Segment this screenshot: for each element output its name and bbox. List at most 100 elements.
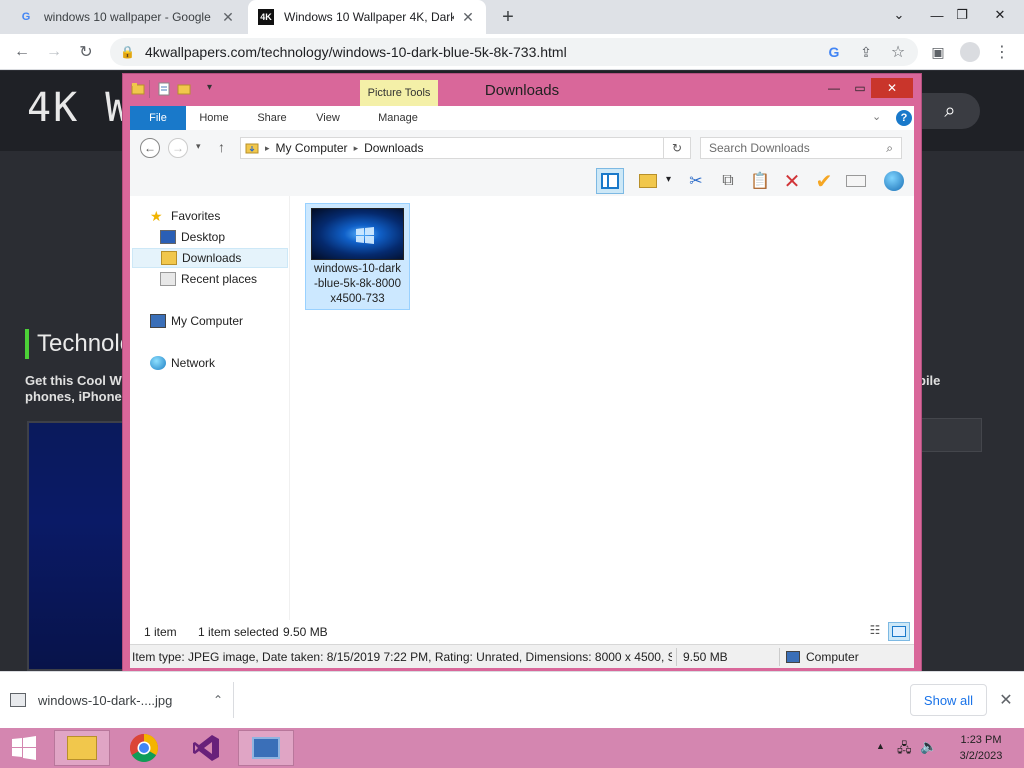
windows-start-icon: [12, 736, 36, 760]
up-arrow-icon[interactable]: ↑: [218, 139, 225, 155]
chevron-up-icon[interactable]: ⌃: [213, 693, 223, 707]
nav-my-computer[interactable]: My Computer: [150, 311, 243, 331]
close-window-button[interactable]: ✕: [871, 78, 913, 98]
tab-view[interactable]: View: [308, 106, 348, 130]
address-bar[interactable]: 🔒 4kwallpapers.com/technology/windows-10…: [110, 38, 918, 66]
site-search-icon[interactable]: ⌕: [920, 93, 980, 129]
nav-desktop[interactable]: Desktop: [160, 227, 225, 247]
window-title: Downloads: [484, 82, 560, 99]
nav-label: Network: [171, 356, 216, 370]
nav-favorites[interactable]: ★ Favorites: [150, 206, 220, 226]
search-icon[interactable]: ⌕: [886, 141, 893, 156]
profile-avatar-icon[interactable]: [956, 38, 984, 66]
menu-kebab-icon[interactable]: ⋮: [988, 38, 1016, 66]
wallpaper-preview-image[interactable]: [27, 421, 127, 671]
explorer-titlebar[interactable]: ▾ Picture Tools Downloads — ▭ ✕: [123, 74, 921, 106]
large-icons-view-icon[interactable]: [888, 622, 910, 641]
visual-studio-icon: [193, 735, 219, 761]
url-text: 4kwallpapers.com/technology/windows-10-d…: [144, 44, 567, 60]
section-description: Get this Cool W phones, iPhone: [25, 373, 122, 405]
taskbar-remote-desktop[interactable]: [238, 730, 294, 766]
desc-line-2: phones, iPhone: [25, 389, 122, 404]
cut-icon[interactable]: ✂: [682, 168, 710, 194]
chevron-right-icon: ▸: [265, 142, 270, 153]
divider: [676, 647, 677, 666]
nav-label: Downloads: [182, 251, 242, 265]
details-view-icon[interactable]: ☷: [866, 623, 884, 640]
back-icon[interactable]: ←: [140, 138, 160, 158]
taskbar-chrome[interactable]: [116, 730, 172, 766]
details-bar: Item type: JPEG image, Date taken: 8/15/…: [130, 644, 914, 668]
status-bar: 1 item 1 item selected 9.50 MB ☷: [130, 620, 914, 644]
google-lens-icon[interactable]: G: [820, 38, 848, 66]
forward-arrow-icon[interactable]: →: [40, 38, 68, 66]
recent-locations-icon[interactable]: ▾: [196, 141, 201, 152]
download-shelf: windows-10-dark-....jpg ⌃ Show all ✕: [0, 671, 1024, 728]
download-item[interactable]: windows-10-dark-....jpg ⌃: [10, 682, 234, 718]
open-folder-icon[interactable]: [634, 168, 662, 194]
close-tab-icon[interactable]: ✕: [220, 9, 236, 26]
tab-file[interactable]: File: [130, 106, 186, 130]
tab-wallpaper[interactable]: 4K Windows 10 Wallpaper 4K, Dark, ✕: [248, 0, 486, 34]
forward-icon[interactable]: →: [168, 138, 188, 158]
downloads-folder-icon: [245, 143, 259, 154]
google-icon: G: [21, 11, 31, 23]
rename-checkmark-icon[interactable]: ✔: [810, 168, 838, 194]
desc-line-1: Get this Cool W: [25, 373, 122, 388]
nav-recent-places[interactable]: Recent places: [160, 269, 257, 289]
share-icon[interactable]: ⇪: [852, 38, 880, 66]
properties-box-icon[interactable]: [842, 168, 870, 194]
volume-icon[interactable]: 🔈: [920, 738, 937, 755]
close-tab-icon[interactable]: ✕: [460, 9, 476, 26]
breadcrumb-downloads[interactable]: Downloads: [364, 141, 423, 155]
help-icon[interactable]: ?: [896, 110, 912, 126]
taskbar-file-explorer[interactable]: [54, 730, 110, 766]
file-explorer-window: ▾ Picture Tools Downloads — ▭ ✕ File Hom…: [122, 73, 922, 673]
system-clock[interactable]: 1:23 PM 3/2/2023: [946, 732, 1016, 764]
paste-icon[interactable]: 📋: [746, 168, 774, 194]
delete-icon[interactable]: ✕: [778, 168, 806, 194]
show-all-button[interactable]: Show all: [910, 684, 987, 716]
reload-icon[interactable]: ↻: [72, 38, 100, 66]
start-button[interactable]: [4, 730, 44, 766]
restore-browser-button[interactable]: ❐: [947, 0, 977, 30]
file-size: 9.50 MB: [683, 649, 728, 664]
image-file-icon: [10, 693, 26, 707]
nav-downloads[interactable]: Downloads: [132, 248, 288, 268]
preview-pane-icon[interactable]: [596, 168, 624, 194]
close-shelf-icon[interactable]: ✕: [994, 688, 1018, 712]
tab-search-icon[interactable]: ⌄: [884, 0, 914, 30]
desktop-icon: [160, 230, 176, 244]
new-tab-button[interactable]: +: [496, 6, 520, 28]
tab-title: windows 10 wallpaper - Google S: [44, 10, 214, 24]
close-browser-button[interactable]: ✕: [985, 0, 1015, 30]
network-status-icon[interactable]: 🖧: [897, 739, 912, 761]
bookmark-star-icon[interactable]: ☆: [884, 38, 912, 66]
site-favicon-icon: 4K: [258, 9, 274, 25]
tab-google-search[interactable]: G windows 10 wallpaper - Google S ✕: [8, 0, 246, 34]
taskbar-visual-studio[interactable]: [178, 730, 234, 766]
sidebar-box: [920, 418, 982, 452]
show-hidden-icons-icon[interactable]: ▲: [876, 741, 885, 751]
copy-icon[interactable]: ⧉: [714, 168, 742, 194]
nav-network[interactable]: Network: [150, 353, 215, 373]
tab-home[interactable]: Home: [192, 106, 236, 130]
folder-dropdown-icon[interactable]: ▾: [666, 174, 671, 185]
globe-icon[interactable]: [880, 168, 908, 194]
back-arrow-icon[interactable]: ←: [8, 38, 36, 66]
selected-count: 1 item selected: [198, 625, 279, 639]
clock-time: 1:23 PM: [960, 734, 1002, 746]
minimize-window-button[interactable]: —: [821, 78, 847, 98]
ribbon-tabs: File Home Share View Manage ⌄ ?: [130, 106, 914, 130]
search-downloads-input[interactable]: Search Downloads ⌕: [700, 137, 902, 159]
breadcrumb-my-computer[interactable]: My Computer: [276, 141, 348, 155]
side-panel-icon[interactable]: ▣: [924, 38, 952, 66]
explorer-address-bar[interactable]: ▸ My Computer ▸ Downloads ⌄: [240, 137, 690, 159]
tab-manage[interactable]: Manage: [370, 106, 426, 130]
maximize-window-button[interactable]: ▭: [847, 78, 873, 98]
expand-ribbon-icon[interactable]: ⌄: [872, 110, 881, 123]
file-item-wallpaper[interactable]: windows-10-dark -blue-5k-8k-8000 x4500-7…: [305, 203, 410, 310]
refresh-icon[interactable]: ↻: [663, 137, 691, 159]
tab-share[interactable]: Share: [250, 106, 294, 130]
recent-places-icon: [160, 272, 176, 286]
